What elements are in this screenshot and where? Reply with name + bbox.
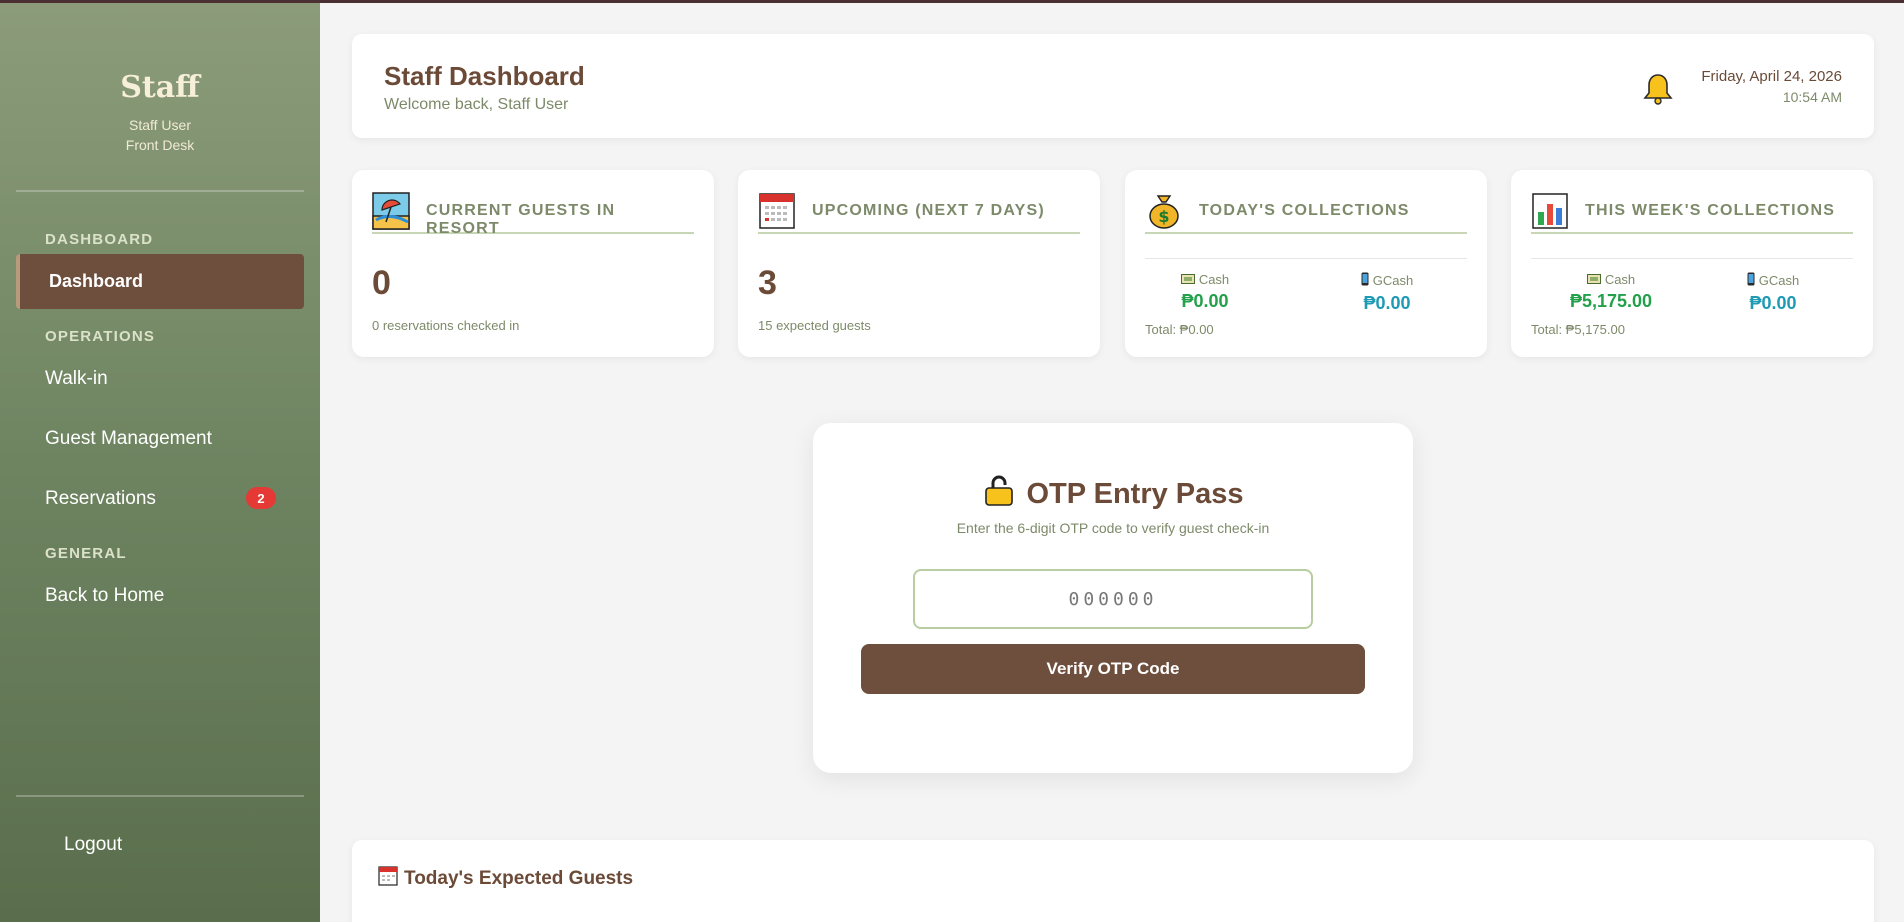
section-label-general: GENERAL [45, 545, 127, 562]
top-accent-line [0, 0, 1904, 3]
today-cash: Cash ₱0.00 [1145, 272, 1265, 312]
calendar-icon [378, 866, 398, 892]
brand: Staff Staff User Front Desk [0, 0, 320, 155]
card-label: UPCOMING (NEXT 7 DAYS) [812, 202, 1045, 219]
cash-icon [1586, 272, 1601, 287]
phone-icon [1747, 272, 1755, 289]
sidebar-divider-top [16, 190, 304, 192]
phone-icon [1361, 272, 1369, 289]
otp-subtitle: Enter the 6-digit OTP code to verify gue… [956, 520, 1270, 536]
gcash-label: GCash [1758, 273, 1800, 288]
page-header: Staff Dashboard Welcome back, Staff User… [352, 34, 1874, 138]
current-guests-note: 0 reservations checked in [372, 318, 520, 333]
week-gcash-value: ₱0.00 [1749, 293, 1797, 313]
upcoming-count: 3 [758, 264, 777, 302]
today-collections-card: $ TODAY'S COLLECTIONS Cash ₱0.00 GCash ₱… [1125, 170, 1487, 357]
today-cash-value: ₱0.00 [1181, 291, 1229, 311]
week-cash-value: ₱5,175.00 [1569, 291, 1653, 311]
sidebar-item-dashboard[interactable]: Dashboard [16, 254, 304, 309]
card-label: THIS WEEK'S COLLECTIONS [1585, 202, 1836, 219]
expected-guests-panel: Today's Expected Guests [352, 840, 1874, 922]
svg-text:$: $ [1158, 207, 1169, 226]
upcoming-card: UPCOMING (NEXT 7 DAYS) 3 15 expected gue… [738, 170, 1100, 357]
card-header: THIS WEEK'S COLLECTIONS [1531, 192, 1853, 234]
money-bag-icon: $ [1145, 192, 1183, 230]
cash-icon [1180, 272, 1195, 287]
current-guests-card: CURRENT GUESTS IN RESORT 0 0 reservation… [352, 170, 714, 357]
cash-label: Cash [1604, 272, 1636, 287]
card-divider [1531, 258, 1853, 259]
otp-entry-card: OTP Entry Pass Enter the 6-digit OTP cod… [813, 423, 1413, 773]
card-header: UPCOMING (NEXT 7 DAYS) [758, 192, 1080, 234]
calendar-icon [758, 192, 796, 230]
today-gcash-value: ₱0.00 [1363, 293, 1411, 313]
current-guests-count: 0 [372, 264, 391, 302]
sidebar-item-guest-management[interactable]: Guest Management [45, 428, 212, 450]
header-time: 10:54 AM [1782, 89, 1842, 105]
beach-icon [372, 192, 410, 230]
otp-title: OTP Entry Pass [813, 473, 1413, 515]
logout-button[interactable]: Logout [64, 834, 122, 856]
user-name: Staff User [129, 117, 191, 133]
sidebar: Staff Staff User Front Desk DASHBOARD Da… [0, 0, 320, 922]
today-total: Total: ₱0.00 [1145, 322, 1214, 337]
section-label-operations: OPERATIONS [45, 328, 156, 345]
gcash-label: GCash [1372, 273, 1414, 288]
sidebar-item-back-home[interactable]: Back to Home [45, 585, 164, 607]
upcoming-note: 15 expected guests [758, 318, 871, 333]
week-collections-card: THIS WEEK'S COLLECTIONS Cash ₱5,175.00 G… [1511, 170, 1873, 357]
week-total: Total: ₱5,175.00 [1531, 322, 1625, 337]
card-header: $ TODAY'S COLLECTIONS [1145, 192, 1467, 234]
expected-guests-title-text: Today's Expected Guests [404, 868, 634, 889]
cash-label: Cash [1198, 272, 1230, 287]
week-gcash: GCash ₱0.00 [1713, 272, 1833, 314]
card-divider [1145, 258, 1467, 259]
week-cash: Cash ₱5,175.00 [1551, 272, 1671, 312]
bar-chart-icon [1531, 192, 1569, 230]
user-info: Staff User Front Desk [0, 115, 320, 155]
card-label: CURRENT GUESTS IN RESORT [426, 202, 616, 237]
card-header: CURRENT GUESTS IN RESORT [372, 192, 694, 237]
brand-title: Staff [120, 70, 200, 105]
header-date: Friday, April 24, 2026 [1701, 68, 1842, 85]
sidebar-divider-bottom [16, 795, 304, 797]
page-subtitle: Welcome back, Staff User [384, 96, 569, 113]
reservations-count-badge: 2 [246, 487, 276, 509]
sidebar-item-reservations[interactable]: Reservations [45, 488, 156, 510]
otp-input[interactable] [913, 569, 1313, 629]
otp-title-text: OTP Entry Pass [1026, 477, 1244, 510]
page-title: Staff Dashboard [384, 61, 585, 91]
bell-icon[interactable] [1642, 72, 1674, 106]
section-label-dashboard: DASHBOARD [45, 231, 154, 248]
lock-icon [982, 473, 1016, 515]
card-label: TODAY'S COLLECTIONS [1199, 202, 1410, 219]
sidebar-item-label: Dashboard [49, 271, 144, 291]
today-gcash: GCash ₱0.00 [1327, 272, 1447, 314]
sidebar-item-walkin[interactable]: Walk-in [45, 368, 108, 390]
user-role: Front Desk [125, 137, 195, 153]
expected-guests-title: Today's Expected Guests [378, 866, 633, 892]
verify-otp-button[interactable]: Verify OTP Code [861, 644, 1365, 694]
